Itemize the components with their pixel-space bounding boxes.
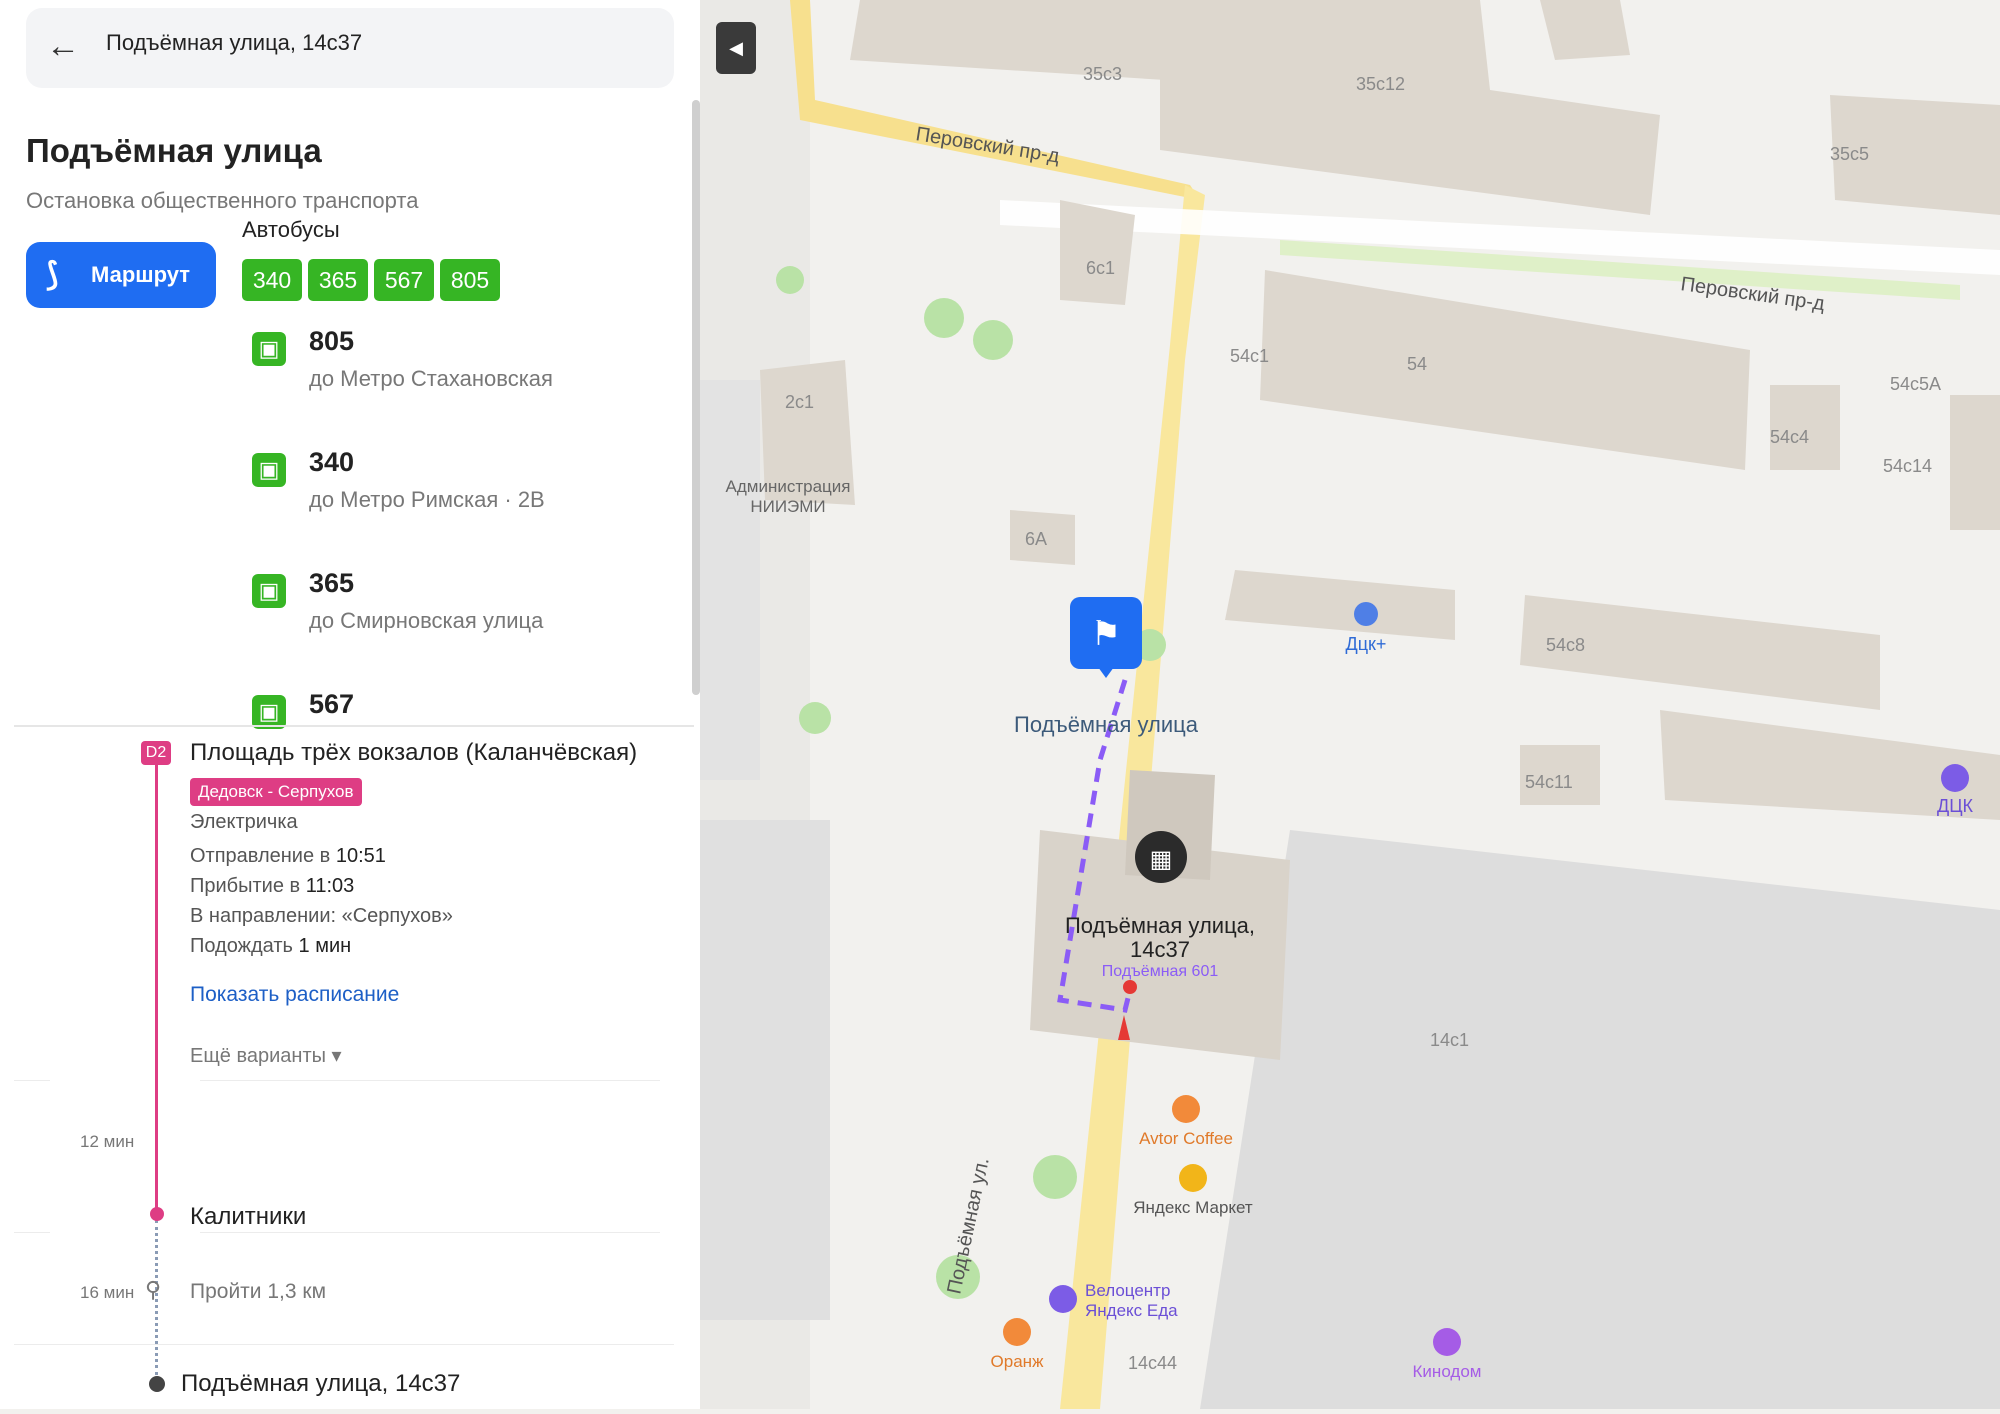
map-label: Администрация [726,477,851,496]
poi-label: Дцк+ [1346,634,1387,654]
departure-time: 10:51 [335,845,386,867]
map-label: 54с14 [1883,456,1932,476]
map-label: 2с1 [785,392,814,412]
bus-destination: до Метро Римская · 2В [309,487,545,512]
separator [14,1080,50,1081]
route-button[interactable]: ⟆ Маршрут [26,242,216,308]
destination-node [149,1376,165,1392]
map-label: НИИЭМИ [750,497,825,516]
collapse-panel-button[interactable]: ◀ [716,22,756,74]
map-label: 54с4 [1770,427,1809,447]
back-arrow-icon[interactable]: ← [46,26,86,66]
separator [200,1232,660,1233]
line-badge: D2 [141,741,171,765]
poi-label: Кинодом [1413,1362,1482,1381]
bus-number: 365 [309,568,355,598]
bus-destination: до Смирновская улица [309,608,544,633]
poi-label: Яндекс Маркет [1133,1198,1253,1217]
address-label: Подъёмная улица, [1065,913,1255,938]
poi-label: Яндекс Еда [1085,1301,1178,1320]
bus-destination: до Метро Стахановская [309,366,553,391]
walk-icon: ⚲ [145,1277,162,1302]
departure-row: Отправление в 10:51 [190,845,386,868]
bus-chip-365[interactable]: 365 [308,259,368,301]
transfer-node [150,1207,164,1221]
poi-label: Велоцентр [1085,1281,1170,1300]
transfer-station: Калитники [190,1203,307,1230]
address-label: 14с37 [1130,937,1190,962]
wait-label: Подождать [190,935,293,957]
buses-heading: Автобусы [242,217,340,242]
show-schedule-link[interactable]: Показать расписание [190,983,399,1007]
destination-title: Подъёмная улица, 14с37 [181,1370,461,1397]
separator [14,1344,674,1345]
walk-duration: 16 мин [80,1283,135,1302]
separator [200,1080,660,1081]
place-title: Подъёмная улица [26,132,322,169]
place-subtitle: Остановка общественного транспорта [26,188,419,213]
map-label: 35с3 [1083,64,1122,84]
poi-label: Оранж [991,1352,1045,1371]
poi-label: Avtor Coffee [1139,1129,1233,1148]
map-label: 6А [1025,529,1047,549]
bus-number: 340 [309,447,355,477]
arrival-row: Прибытие в 11:03 [190,875,354,898]
side-panel: ← Подъёмная улица, 14с37 Подъёмная улица… [0,0,700,1409]
bus-chip-340[interactable]: 340 [242,259,302,301]
map-label: 14с44 [1128,1353,1177,1373]
bus-icon: ▣ [252,574,286,608]
ride-duration: 12 мин [80,1132,135,1151]
station-title: Площадь трёх вокзалов (Каланчёвская) [190,739,638,766]
bus-number: 567 [309,689,355,719]
train-type: Электричка [190,811,298,833]
timeline-rail-line [155,752,158,1212]
bus-icon: ▣ [252,453,286,487]
map-label: 14с1 [1430,1030,1469,1050]
map-label: 54с5А [1890,374,1941,394]
map-label: 54 [1407,354,1427,374]
map-label: 6с1 [1086,258,1115,278]
map-label: 54с11 [1525,772,1573,792]
bus-icon: ▣ [252,695,286,729]
direction-text: В направлении: «Серпухов» [190,905,453,927]
search-input[interactable]: Подъёмная улица, 14с37 [106,30,362,56]
wait-time: 1 мин [298,935,352,957]
arrival-label: Прибытие в [190,875,301,897]
divider [14,725,694,727]
bus-number: 805 [309,326,355,356]
building-icon: ▦ [1150,846,1173,873]
stop-label: Подъёмная улица [1014,712,1199,737]
map-area[interactable]: ⚑ ▦ 35с3 35с12 35с5 6с1 2с1 54с1 54 54с5… [700,0,2000,1409]
scrollbar[interactable] [692,100,700,695]
route-icon: ⟆ [46,256,59,292]
walk-text: Пройти 1,3 км [190,1280,327,1303]
more-options-button[interactable]: Ещё варианты ▾ [190,1043,342,1068]
wait-row: Подождать 1 мин [190,935,351,958]
map-label: 35с5 [1830,144,1869,164]
bus-stop-icon: ⚑ [1091,615,1121,653]
train-badge: Дедовск - Серпухов [190,778,362,806]
poi-label: ДЦК [1937,796,1974,816]
poi-label: Подъёмная 601 [1102,963,1219,980]
departure-label: Отправление в [190,845,331,867]
bus-icon: ▣ [252,332,286,366]
arrival-time: 11:03 [305,875,355,897]
bus-chip-805[interactable]: 805 [440,259,500,301]
separator [14,1232,50,1233]
map-label: 54с1 [1230,346,1269,366]
bus-chip-567[interactable]: 567 [374,259,434,301]
route-button-label: Маршрут [91,262,191,287]
map-label: 35с12 [1356,74,1405,94]
map-label: 54с8 [1546,635,1585,655]
